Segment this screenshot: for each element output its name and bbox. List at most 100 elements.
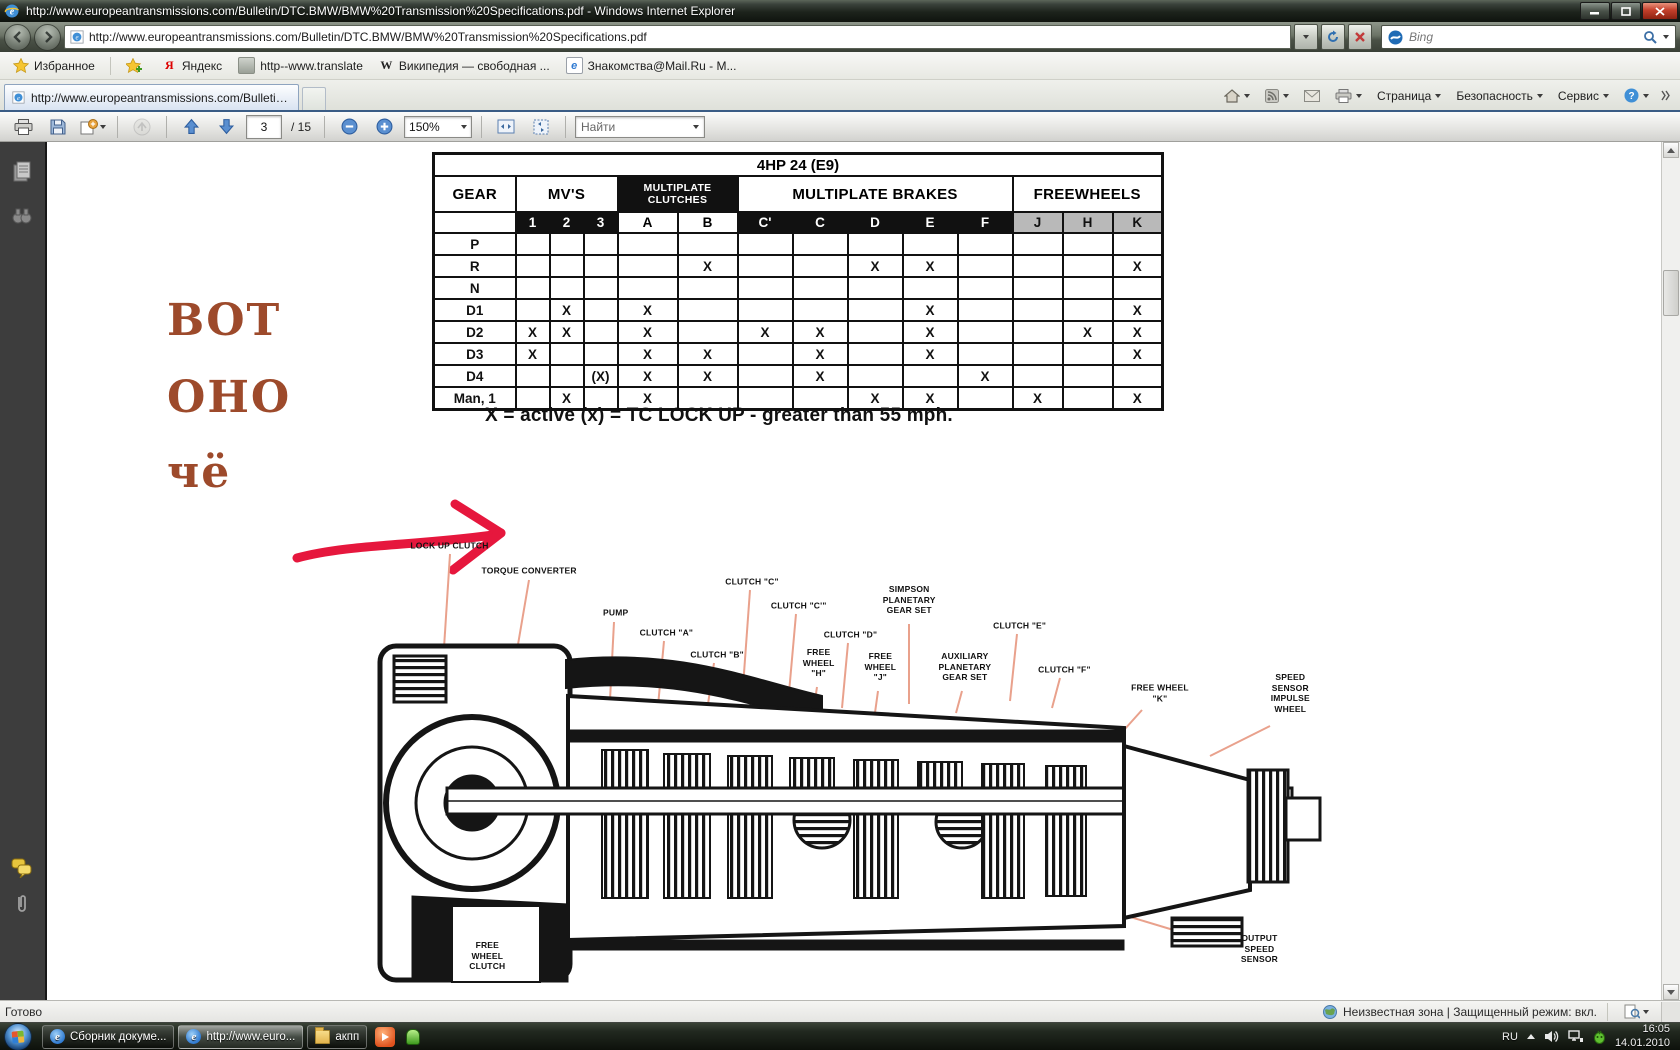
star-icon [13,58,29,73]
refresh-button[interactable] [1321,24,1345,50]
diagram-label: FREE WHEEL "H" [803,647,835,679]
table-column-header: B [678,212,738,233]
table-column-header: F [958,212,1013,233]
favorites-bar-link[interactable]: http--www.translate [230,55,371,76]
separator [565,116,566,138]
favorites-button[interactable]: Избранное [6,56,102,75]
help-button[interactable]: ? [1621,86,1652,105]
pdf-page: 4HP 24 (E9)GEARMV'SMULTIPLATE CLUTCHESMU… [47,142,1662,1000]
qip-tray-icon[interactable] [1593,1030,1606,1044]
media-player-icon[interactable] [375,1027,395,1047]
gear-name-cell: D2 [434,321,516,343]
qip-messenger-icon[interactable] [403,1027,423,1047]
page-number-input[interactable] [246,115,282,139]
favorites-link-label: http--www.translate [260,59,363,73]
print-button[interactable] [1332,87,1365,105]
fit-width-button[interactable] [491,115,521,139]
fit-page-icon [533,119,549,135]
page-menu[interactable]: Страница [1374,87,1444,105]
favorites-bar-link[interactable]: WВикипедия — свободная ... [371,56,558,75]
pdf-print-button[interactable] [8,115,38,139]
clock[interactable]: 16:05 14.01.2010 [1615,1023,1670,1049]
search-icon[interactable] [1643,30,1657,44]
search-dropdown-icon[interactable] [1663,35,1669,39]
find-input[interactable]: Найти [575,116,705,138]
favorites-bar-link[interactable]: eЗнакомства@Mail.Ru - M... [558,55,745,76]
page-zoom-control[interactable] [1618,1004,1655,1019]
read-mail-button[interactable] [1301,88,1323,104]
close-button[interactable] [1642,2,1678,20]
tools-menu[interactable]: Сервис [1555,87,1612,105]
scroll-down-button[interactable] [1663,984,1679,1000]
gear-table-cell [1063,233,1113,255]
feeds-button[interactable] [1262,87,1292,105]
gear-table-cell [793,233,848,255]
fit-page-button[interactable] [526,115,556,139]
stop-x-icon [1354,31,1366,43]
favorites-bar-link[interactable]: ЯЯндекс [154,56,230,75]
new-tab-button[interactable] [302,87,326,110]
taskbar-task-button[interactable]: eСборник докуме... [42,1025,174,1049]
add-favorite-button[interactable] [119,56,150,75]
scrollbar-thumb[interactable] [1663,270,1679,316]
table-column-header: J [1013,212,1063,233]
pdf-tool-button-disabled[interactable] [127,115,157,139]
gear-table-cell [550,233,584,255]
diagram-label: CLUTCH "A" [640,628,694,639]
transmission-diagram: LOCK UP CLUTCHTORQUE CONVERTERPUMPCLUTCH… [352,498,1347,998]
taskbar-task-button[interactable]: акпп [307,1025,367,1049]
gear-table-cell [618,255,678,277]
search-box[interactable]: Bing [1381,25,1676,49]
zoom-in-button[interactable] [369,115,399,139]
language-indicator[interactable]: RU [1502,1031,1518,1043]
taskbar: eСборник докуме...ehttp://www.euro...акп… [0,1022,1680,1050]
next-page-button[interactable] [211,115,241,139]
gear-table-cell [793,277,848,299]
pages-panel-button[interactable] [8,158,36,186]
back-button[interactable] [4,24,31,51]
bookmarks-panel-button[interactable] [8,202,36,230]
gear-table-cell: X [618,299,678,321]
yandex-icon: Я [162,58,177,73]
ie-icon: e [186,1029,201,1044]
table-group-header: MULTIPLATE BRAKES [738,176,1013,212]
gear-table-cell [678,277,738,299]
volume-icon[interactable] [1544,1030,1559,1043]
gear-name-cell: R [434,255,516,277]
save-icon [50,119,66,135]
zoom-level-select[interactable]: 150% [404,116,472,138]
table-column-header: C [793,212,848,233]
previous-page-button[interactable] [176,115,206,139]
start-button[interactable] [4,1023,32,1050]
gear-table-cell [903,365,958,387]
attachments-panel-button[interactable] [8,890,36,918]
active-tab[interactable]: e http://www.europeantransmissions.com/B… [4,84,299,110]
home-button[interactable] [1221,87,1253,105]
show-hidden-icons-button[interactable] [1527,1034,1535,1039]
table-column-header: 1 [516,212,550,233]
comments-panel-button[interactable] [8,854,36,882]
annotation-text-line: ВОТ [167,295,281,346]
minimize-button[interactable] [1580,2,1610,20]
network-icon[interactable] [1568,1030,1584,1043]
taskbar-task-button[interactable]: ehttp://www.euro... [178,1025,303,1049]
maximize-button[interactable] [1611,2,1641,20]
address-bar-input[interactable]: e http://www.europeantransmissions.com/B… [64,25,1291,49]
separator [481,116,482,138]
stop-button[interactable] [1348,24,1372,50]
gear-table-cell [848,343,903,365]
safety-menu[interactable]: Безопасность [1453,87,1546,105]
vertical-scrollbar[interactable] [1661,142,1680,1000]
gear-table-cell [550,365,584,387]
pdf-email-button[interactable] [78,115,108,139]
zoom-out-button[interactable] [334,115,364,139]
address-dropdown-button[interactable] [1294,24,1318,50]
forward-button[interactable] [34,24,61,51]
scroll-up-button[interactable] [1663,142,1679,158]
pdf-save-button[interactable] [43,115,73,139]
gear-application-table: 4HP 24 (E9)GEARMV'SMULTIPLATE CLUTCHESMU… [432,152,1164,411]
overflow-chevron-icon[interactable] [1661,90,1670,101]
gear-table-cell: X [738,321,793,343]
clock-time: 16:05 [1615,1023,1670,1036]
svg-text:e: e [17,95,20,102]
